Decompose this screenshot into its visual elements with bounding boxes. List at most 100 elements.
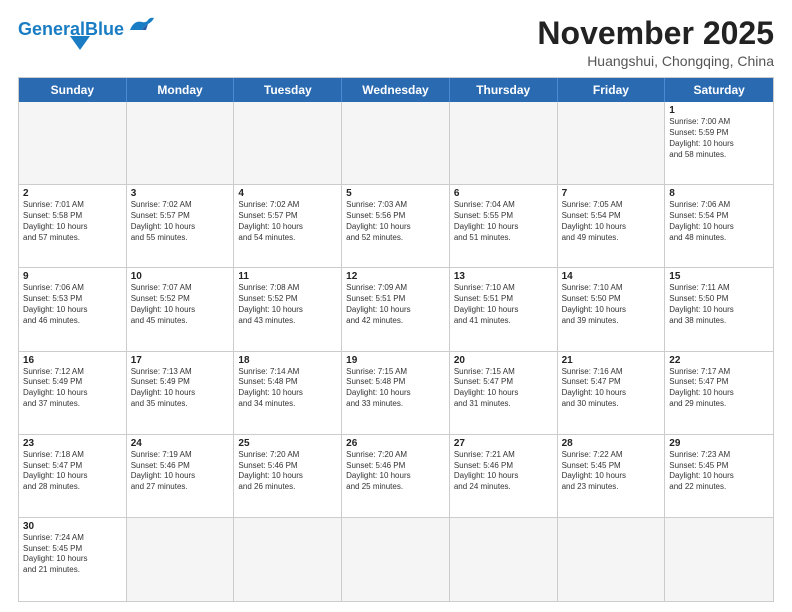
day-info: Sunrise: 7:16 AM Sunset: 5:47 PM Dayligh…: [562, 367, 661, 410]
day-number: 7: [562, 188, 661, 199]
day-info: Sunrise: 7:22 AM Sunset: 5:45 PM Dayligh…: [562, 450, 661, 493]
day-number: 29: [669, 438, 769, 449]
day-header-sunday: Sunday: [19, 78, 127, 102]
day-info: Sunrise: 7:06 AM Sunset: 5:53 PM Dayligh…: [23, 283, 122, 326]
day-number: 17: [131, 355, 230, 366]
calendar-day-27: 27Sunrise: 7:21 AM Sunset: 5:46 PM Dayli…: [450, 435, 558, 518]
day-number: 3: [131, 188, 230, 199]
day-info: Sunrise: 7:08 AM Sunset: 5:52 PM Dayligh…: [238, 283, 337, 326]
day-number: 12: [346, 271, 445, 282]
calendar-empty: [234, 102, 342, 185]
day-info: Sunrise: 7:06 AM Sunset: 5:54 PM Dayligh…: [669, 200, 769, 243]
day-info: Sunrise: 7:01 AM Sunset: 5:58 PM Dayligh…: [23, 200, 122, 243]
calendar-empty: [342, 102, 450, 185]
day-header-tuesday: Tuesday: [234, 78, 342, 102]
day-number: 9: [23, 271, 122, 282]
day-number: 13: [454, 271, 553, 282]
calendar-empty: [127, 102, 235, 185]
logo-triangle-icon: [70, 36, 90, 50]
title-block: November 2025 Huangshui, Chongqing, Chin…: [537, 16, 774, 69]
day-headers: SundayMondayTuesdayWednesdayThursdayFrid…: [19, 78, 773, 102]
calendar-day-18: 18Sunrise: 7:14 AM Sunset: 5:48 PM Dayli…: [234, 352, 342, 435]
calendar-day-8: 8Sunrise: 7:06 AM Sunset: 5:54 PM Daylig…: [665, 185, 773, 268]
calendar-day-20: 20Sunrise: 7:15 AM Sunset: 5:47 PM Dayli…: [450, 352, 558, 435]
calendar-empty: [558, 102, 666, 185]
day-number: 30: [23, 521, 122, 532]
day-number: 19: [346, 355, 445, 366]
calendar-day-17: 17Sunrise: 7:13 AM Sunset: 5:49 PM Dayli…: [127, 352, 235, 435]
day-number: 20: [454, 355, 553, 366]
calendar-day-24: 24Sunrise: 7:19 AM Sunset: 5:46 PM Dayli…: [127, 435, 235, 518]
calendar-day-11: 11Sunrise: 7:08 AM Sunset: 5:52 PM Dayli…: [234, 268, 342, 351]
calendar-day-5: 5Sunrise: 7:03 AM Sunset: 5:56 PM Daylig…: [342, 185, 450, 268]
day-info: Sunrise: 7:00 AM Sunset: 5:59 PM Dayligh…: [669, 117, 769, 160]
calendar-day-13: 13Sunrise: 7:10 AM Sunset: 5:51 PM Dayli…: [450, 268, 558, 351]
calendar-day-12: 12Sunrise: 7:09 AM Sunset: 5:51 PM Dayli…: [342, 268, 450, 351]
calendar-empty: [665, 518, 773, 601]
day-info: Sunrise: 7:19 AM Sunset: 5:46 PM Dayligh…: [131, 450, 230, 493]
month-title: November 2025: [537, 16, 774, 51]
calendar-day-26: 26Sunrise: 7:20 AM Sunset: 5:46 PM Dayli…: [342, 435, 450, 518]
day-info: Sunrise: 7:05 AM Sunset: 5:54 PM Dayligh…: [562, 200, 661, 243]
day-number: 21: [562, 355, 661, 366]
day-number: 14: [562, 271, 661, 282]
day-number: 15: [669, 271, 769, 282]
day-number: 16: [23, 355, 122, 366]
calendar-day-25: 25Sunrise: 7:20 AM Sunset: 5:46 PM Dayli…: [234, 435, 342, 518]
day-number: 6: [454, 188, 553, 199]
logo-blue: Blue: [85, 19, 124, 39]
day-info: Sunrise: 7:15 AM Sunset: 5:47 PM Dayligh…: [454, 367, 553, 410]
day-info: Sunrise: 7:23 AM Sunset: 5:45 PM Dayligh…: [669, 450, 769, 493]
calendar-empty: [127, 518, 235, 601]
day-number: 4: [238, 188, 337, 199]
calendar-day-14: 14Sunrise: 7:10 AM Sunset: 5:50 PM Dayli…: [558, 268, 666, 351]
page: GeneralBlue November 2025 Huangshui, Cho…: [0, 0, 792, 612]
day-info: Sunrise: 7:14 AM Sunset: 5:48 PM Dayligh…: [238, 367, 337, 410]
logo-bird-icon: [128, 16, 156, 38]
day-info: Sunrise: 7:02 AM Sunset: 5:57 PM Dayligh…: [238, 200, 337, 243]
calendar-day-4: 4Sunrise: 7:02 AM Sunset: 5:57 PM Daylig…: [234, 185, 342, 268]
day-number: 25: [238, 438, 337, 449]
day-info: Sunrise: 7:07 AM Sunset: 5:52 PM Dayligh…: [131, 283, 230, 326]
day-number: 23: [23, 438, 122, 449]
day-header-thursday: Thursday: [450, 78, 558, 102]
calendar-empty: [19, 102, 127, 185]
day-info: Sunrise: 7:20 AM Sunset: 5:46 PM Dayligh…: [238, 450, 337, 493]
logo: GeneralBlue: [18, 20, 156, 50]
day-info: Sunrise: 7:13 AM Sunset: 5:49 PM Dayligh…: [131, 367, 230, 410]
day-number: 28: [562, 438, 661, 449]
day-info: Sunrise: 7:10 AM Sunset: 5:51 PM Dayligh…: [454, 283, 553, 326]
calendar-day-22: 22Sunrise: 7:17 AM Sunset: 5:47 PM Dayli…: [665, 352, 773, 435]
calendar-day-6: 6Sunrise: 7:04 AM Sunset: 5:55 PM Daylig…: [450, 185, 558, 268]
day-info: Sunrise: 7:12 AM Sunset: 5:49 PM Dayligh…: [23, 367, 122, 410]
calendar-day-1: 1Sunrise: 7:00 AM Sunset: 5:59 PM Daylig…: [665, 102, 773, 185]
calendar-day-19: 19Sunrise: 7:15 AM Sunset: 5:48 PM Dayli…: [342, 352, 450, 435]
day-number: 27: [454, 438, 553, 449]
day-info: Sunrise: 7:17 AM Sunset: 5:47 PM Dayligh…: [669, 367, 769, 410]
day-info: Sunrise: 7:09 AM Sunset: 5:51 PM Dayligh…: [346, 283, 445, 326]
day-number: 26: [346, 438, 445, 449]
day-number: 11: [238, 271, 337, 282]
calendar-day-23: 23Sunrise: 7:18 AM Sunset: 5:47 PM Dayli…: [19, 435, 127, 518]
day-header-wednesday: Wednesday: [342, 78, 450, 102]
day-info: Sunrise: 7:15 AM Sunset: 5:48 PM Dayligh…: [346, 367, 445, 410]
day-info: Sunrise: 7:04 AM Sunset: 5:55 PM Dayligh…: [454, 200, 553, 243]
header: GeneralBlue November 2025 Huangshui, Cho…: [18, 16, 774, 69]
calendar-empty: [558, 518, 666, 601]
calendar-day-9: 9Sunrise: 7:06 AM Sunset: 5:53 PM Daylig…: [19, 268, 127, 351]
calendar-day-15: 15Sunrise: 7:11 AM Sunset: 5:50 PM Dayli…: [665, 268, 773, 351]
calendar-day-30: 30Sunrise: 7:24 AM Sunset: 5:45 PM Dayli…: [19, 518, 127, 601]
calendar-empty: [450, 518, 558, 601]
calendar-day-16: 16Sunrise: 7:12 AM Sunset: 5:49 PM Dayli…: [19, 352, 127, 435]
calendar-day-2: 2Sunrise: 7:01 AM Sunset: 5:58 PM Daylig…: [19, 185, 127, 268]
location-title: Huangshui, Chongqing, China: [537, 53, 774, 69]
day-info: Sunrise: 7:03 AM Sunset: 5:56 PM Dayligh…: [346, 200, 445, 243]
calendar-day-7: 7Sunrise: 7:05 AM Sunset: 5:54 PM Daylig…: [558, 185, 666, 268]
day-info: Sunrise: 7:18 AM Sunset: 5:47 PM Dayligh…: [23, 450, 122, 493]
calendar-day-3: 3Sunrise: 7:02 AM Sunset: 5:57 PM Daylig…: [127, 185, 235, 268]
calendar-empty: [342, 518, 450, 601]
day-info: Sunrise: 7:20 AM Sunset: 5:46 PM Dayligh…: [346, 450, 445, 493]
calendar: SundayMondayTuesdayWednesdayThursdayFrid…: [18, 77, 774, 602]
day-number: 24: [131, 438, 230, 449]
calendar-empty: [450, 102, 558, 185]
